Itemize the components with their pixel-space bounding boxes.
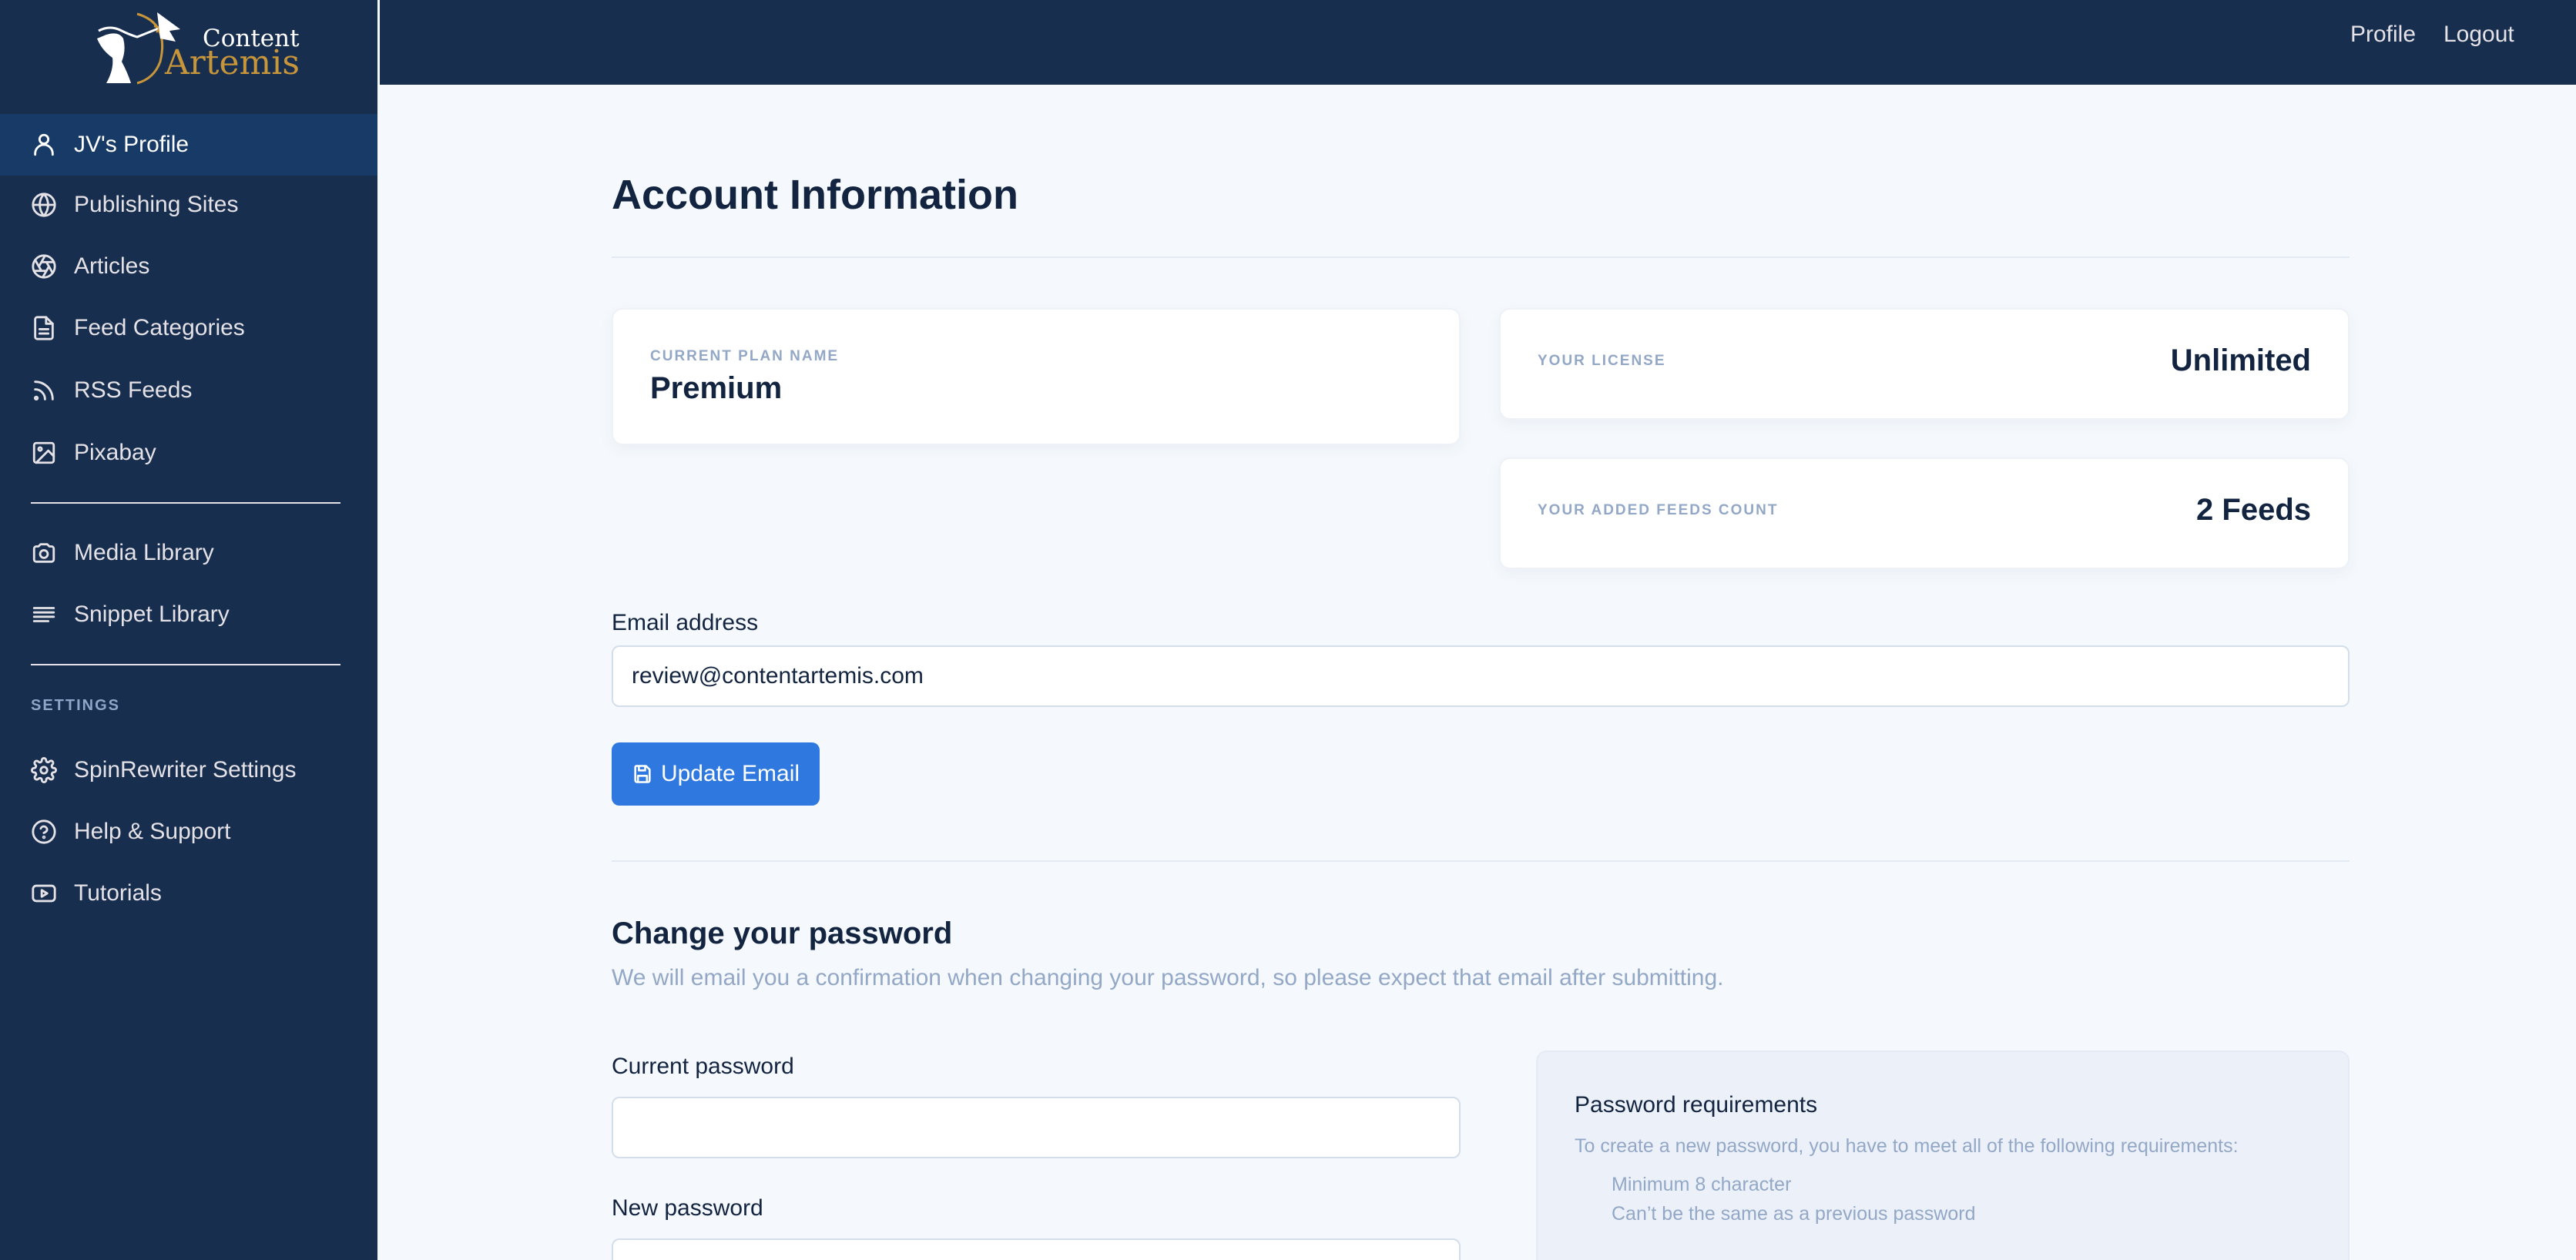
text-lines-icon: [31, 602, 57, 628]
aperture-icon: [31, 253, 57, 280]
password-requirements-box: Password requirements To create a new pa…: [1536, 1051, 2350, 1260]
sidebar-item-label: JV's Profile: [74, 132, 190, 157]
requirements-description: To create a new password, you have to me…: [1575, 1135, 2239, 1157]
email-input[interactable]: [612, 645, 2350, 707]
sidebar-divider: [31, 664, 340, 665]
license-card: Your License Unlimited: [1499, 308, 2350, 420]
sidebar-item-label: RSS Feeds: [74, 377, 193, 403]
sidebar-item-label: Pixabay: [74, 440, 156, 465]
brand-line-2: Artemis: [165, 43, 300, 82]
sidebar-item-label: Feed Categories: [74, 315, 245, 340]
requirement-item: Minimum 8 character: [1612, 1174, 1792, 1195]
sidebar-item-label: SpinRewriter Settings: [74, 757, 297, 782]
sidebar-item-label: Snippet Library: [74, 602, 230, 627]
sidebar-item-media-library[interactable]: Media Library: [0, 522, 377, 584]
email-label: Email address: [612, 610, 759, 635]
sidebar-item-help-support[interactable]: Help & Support: [0, 801, 377, 863]
feeds-count-label: Your Added Feeds Count: [1538, 502, 1779, 518]
license-label: Your License: [1538, 353, 1666, 369]
brand-logo[interactable]: Content Artemis: [83, 8, 300, 85]
sidebar-item-label: Media Library: [74, 540, 214, 565]
camera-icon: [31, 540, 57, 566]
sidebar-item-snippet-library[interactable]: Snippet Library: [0, 584, 377, 645]
globe-icon: [31, 192, 57, 218]
sidebar-item-tutorials[interactable]: Tutorials: [0, 863, 377, 924]
sidebar-item-rss-feeds[interactable]: RSS Feeds: [0, 360, 377, 421]
rss-icon: [31, 377, 57, 404]
title-divider: [612, 256, 2350, 258]
save-icon: [634, 765, 651, 783]
feeds-count-value: 2 Feeds: [2196, 493, 2311, 527]
sidebar-item-publishing-sites[interactable]: Publishing Sites: [0, 174, 377, 236]
sidebar-item-spinrewriter-settings[interactable]: SpinRewriter Settings: [0, 739, 377, 801]
profile-link[interactable]: Profile: [2350, 22, 2416, 48]
user-icon: [31, 132, 57, 158]
help-circle-icon: [31, 819, 57, 845]
plan-value: Premium: [650, 371, 783, 405]
license-value: Unlimited: [2170, 343, 2311, 377]
image-icon: [31, 440, 57, 466]
document-icon: [31, 315, 57, 341]
current-password-input[interactable]: [612, 1097, 1461, 1158]
video-play-icon: [31, 880, 57, 906]
update-email-label: Update Email: [660, 761, 800, 786]
sidebar-item-label: Publishing Sites: [74, 192, 239, 217]
requirement-item: Can’t be the same as a previous password: [1612, 1203, 1976, 1225]
logout-link[interactable]: Logout: [2444, 22, 2514, 48]
plan-label: Current Plan Name: [650, 348, 840, 364]
feeds-count-card: Your Added Feeds Count 2 Feeds: [1499, 457, 2350, 569]
plan-card: Current Plan Name Premium: [612, 308, 1461, 445]
sidebar-item-label: Tutorials: [74, 880, 162, 906]
sidebar-settings-heading: SETTINGS: [31, 697, 121, 714]
sidebar-item-profile[interactable]: JV's Profile: [0, 114, 377, 176]
sidebar-item-pixabay[interactable]: Pixabay: [0, 422, 377, 484]
current-password-label: Current password: [612, 1054, 794, 1079]
change-password-title: Change your password: [612, 917, 953, 950]
section-divider: [612, 860, 2350, 862]
requirements-title: Password requirements: [1575, 1092, 1818, 1118]
top-bar: Profile Logout: [380, 0, 2576, 85]
new-password-label: New password: [612, 1195, 763, 1221]
sidebar-item-label: Articles: [74, 253, 150, 279]
update-email-button[interactable]: Update Email: [612, 742, 820, 806]
sidebar-item-feed-categories[interactable]: Feed Categories: [0, 297, 377, 359]
sidebar-item-articles[interactable]: Articles: [0, 236, 377, 297]
sidebar: Content Artemis JV's Profile Publishing …: [0, 0, 377, 1260]
sidebar-separator: [377, 0, 380, 1260]
change-password-subtitle: We will email you a confirmation when ch…: [612, 965, 1724, 990]
sidebar-item-label: Help & Support: [74, 819, 231, 844]
gear-icon: [31, 757, 57, 783]
page-title: Account Information: [612, 172, 1018, 218]
sidebar-divider: [31, 502, 340, 504]
new-password-input[interactable]: [612, 1238, 1461, 1260]
